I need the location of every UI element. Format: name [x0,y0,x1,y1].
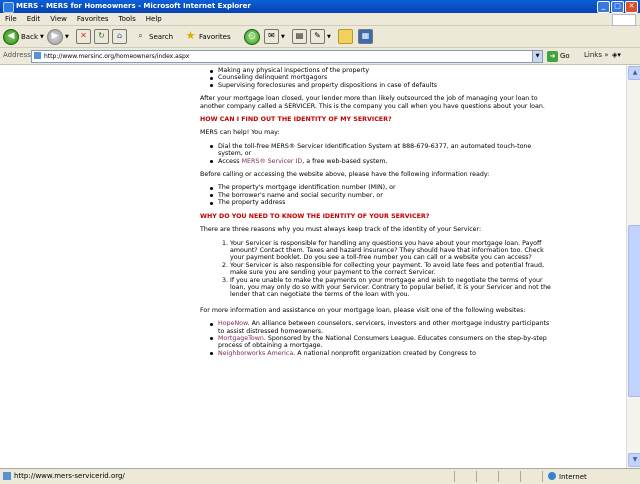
refresh-button[interactable]: ↻ [94,29,109,44]
back-label: Back [21,32,38,41]
mers-servicer-id-link[interactable]: MERS® Servicer ID [242,158,303,165]
windows-logo-icon [612,14,636,26]
forward-arrow-icon: ▶ [47,28,63,45]
list-item: Making any physical inspections of the p… [210,67,556,74]
status-bar: http://www.mers-servicerid.org/ Internet [0,468,640,484]
intro-paragraph: After your mortgage loan closed, your le… [200,95,545,110]
toolbar-extra-icon[interactable]: ◈▾ [612,51,621,59]
home-button[interactable]: ⌂ [112,29,127,44]
address-label: Address [3,51,31,59]
address-url: http://www.mersinc.org/homeowners/index.… [44,53,190,60]
list-item: Counseling delinquent mortgagors [210,74,556,81]
address-bar: Address http://www.mersinc.org/homeowner… [0,48,640,65]
edit-icon: ✎ [310,29,325,44]
edit-button[interactable]: ✎ ▼ [310,29,331,44]
close-button[interactable]: ✕ [625,1,638,13]
window-title: MERS - MERS for Homeowners - Microsoft I… [16,2,251,10]
scroll-down-icon[interactable]: ▼ [628,453,640,467]
security-zone: Internet [548,472,587,481]
websites-list: HopeNow. An alliance between counselors,… [200,320,556,357]
folder-icon [338,29,353,44]
list-item: The property's mortgage identification n… [210,184,556,191]
maximize-button[interactable]: □ [611,1,624,13]
address-input[interactable]: http://www.mersinc.org/homeowners/index.… [31,50,543,63]
search-icon: ⌕ [138,31,143,40]
links-label: Links [584,51,602,59]
scroll-thumb[interactable] [628,225,640,397]
refresh-icon: ↻ [94,29,109,44]
favorites-label: Favorites [199,32,231,41]
go-button[interactable]: ➜ Go [547,50,570,62]
menu-edit[interactable]: Edit [22,13,46,25]
list-item: MortgageTown. Sponsored by the National … [210,335,556,350]
links-button[interactable]: Links » [584,51,609,59]
list-item: The property address [210,199,556,206]
mail-icon: ✉ [264,29,279,44]
status-text: http://www.mers-servicerid.org/ [14,472,125,480]
menu-favorites[interactable]: Favorites [72,13,114,25]
address-dropdown-icon[interactable]: ▼ [532,51,542,62]
status-page-icon [3,472,11,480]
hopenow-link[interactable]: HopeNow [218,320,248,327]
forward-button[interactable]: ▶ ▼ [47,28,69,45]
page-content: Making any physical inspections of the p… [0,65,626,468]
heading-why-know-servicer: WHY DO YOU NEED TO KNOW THE IDENTITY OF … [200,212,430,220]
search-label: Search [149,32,174,41]
menu-view[interactable]: View [45,13,72,25]
print-icon: ▤ [292,29,307,44]
services-list: Making any physical inspections of the p… [200,67,556,89]
before-calling-text: Before calling or accessing the website … [200,171,490,179]
print-button[interactable]: ▤ [292,29,307,44]
globe-icon [548,472,556,480]
ie-icon [3,2,14,13]
heading-find-servicer: HOW CAN I FIND OUT THE IDENTITY OF MY SE… [200,116,392,124]
mers-can-help-text: MERS can help! You may: [200,129,280,137]
options-list: Dial the toll-free MERS® Servicer Identi… [200,143,556,165]
mail-button[interactable]: ✉ ▼ [264,29,285,44]
search-button[interactable]: ⌕ Search [134,29,173,44]
menu-bar: File Edit View Favorites Tools Help [0,13,640,26]
folder-button[interactable] [338,29,353,44]
back-arrow-icon: ◀ [3,28,19,45]
favorites-button[interactable]: ★ Favorites [184,29,231,44]
menu-tools[interactable]: Tools [114,13,141,25]
stop-button[interactable]: ✕ [76,29,91,44]
list-item: Dial the toll-free MERS® Servicer Identi… [210,143,556,158]
reasons-list: Your Servicer is responsible for handlin… [200,240,556,299]
stop-icon: ✕ [76,29,91,44]
list-item: Your Servicer is also responsible for co… [230,262,556,277]
list-item: Neighborworks America. A national nonpro… [210,350,556,357]
menu-help[interactable]: Help [141,13,167,25]
messenger-icon: ▦ [358,29,373,44]
minimize-button[interactable]: _ [597,1,610,13]
toolbar: ◀ Back ▼ ▶ ▼ ✕ ↻ ⌂ ⌕ Search ★ Favorites … [0,26,640,48]
menu-file[interactable]: File [0,13,22,25]
reasons-intro: There are three reasons why you must alw… [200,226,482,234]
page-icon [34,52,41,59]
list-item: The borrower's name and social security … [210,192,556,199]
mortgagetown-link[interactable]: MortgageTown [218,335,264,342]
title-bar: MERS - MERS for Homeowners - Microsoft I… [0,0,640,13]
list-item: Access MERS® Servicer ID, a free web-bas… [210,158,556,165]
scroll-up-icon[interactable]: ▲ [628,66,640,80]
back-button[interactable]: ◀ Back ▼ [3,28,44,45]
list-item: Your Servicer is responsible for handlin… [230,240,556,262]
list-item: HopeNow. An alliance between counselors,… [210,320,556,335]
vertical-scrollbar[interactable]: ▲ ▼ [626,65,640,468]
home-icon: ⌂ [112,29,127,44]
star-icon: ★ [185,29,196,42]
messenger-button[interactable]: ▦ [358,29,373,44]
history-icon: ◴ [244,28,260,45]
go-label: Go [560,52,570,60]
list-item: If you are unable to make the payments o… [230,277,556,299]
info-list: The property's mortgage identification n… [200,184,556,206]
go-arrow-icon: ➜ [547,50,558,62]
neighborworks-link[interactable]: Neighborworks America [218,350,293,357]
more-info-text: For more information and assistance on y… [200,306,526,314]
history-button[interactable]: ◴ [244,28,260,45]
list-item: Supervising foreclosures and property di… [210,82,556,89]
